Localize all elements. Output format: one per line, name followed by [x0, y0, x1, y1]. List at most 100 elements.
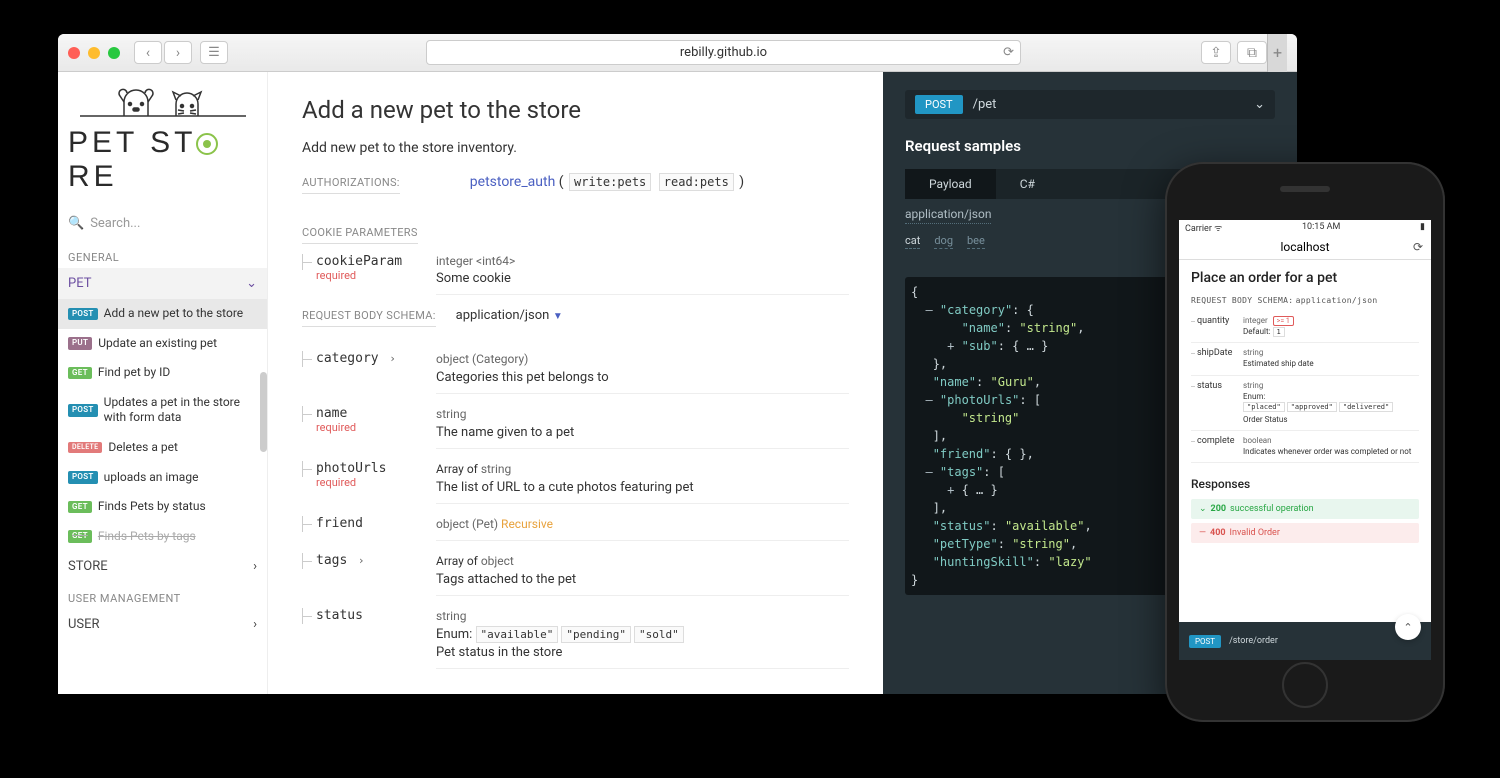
phone-param-row: shipDatestring Estimated ship date [1191, 343, 1419, 375]
scroll-top-button[interactable]: ⌃ [1395, 614, 1421, 640]
sidebar-category-user: USER MANAGEMENT [58, 582, 267, 609]
chevron-right-icon[interactable]: › [383, 352, 396, 365]
close-icon[interactable] [68, 47, 80, 59]
auth-row: AUTHORIZATIONS: petstore_auth ( write:pe… [302, 174, 849, 204]
reload-icon[interactable]: ⟳ [1003, 45, 1014, 60]
phone-endpoint-path: /store/order [1229, 636, 1278, 646]
phone-time: 10:15 AM [1302, 222, 1340, 232]
sidebar-item[interactable]: GET Finds Pets by tags [58, 522, 267, 552]
phone-schema-label: REQUEST BODY SCHEMA: application/json [1191, 296, 1419, 305]
sidebar-section-user[interactable]: USER › [58, 609, 267, 640]
sidebar-item[interactable]: GET Finds Pets by status [58, 492, 267, 522]
sidebar-item[interactable]: POST Add a new pet to the store [58, 299, 267, 329]
chevron-down-icon: ⌄ [1199, 504, 1207, 514]
chevron-down-icon: ⌄ [1254, 97, 1265, 112]
scrollbar-thumb[interactable] [260, 372, 267, 452]
sidebar-item-label: Finds Pets by status [98, 499, 206, 515]
phone-response-row[interactable]: ⌄200 successful operation [1191, 499, 1419, 519]
endpoint-selector[interactable]: POST /pet ⌄ [905, 90, 1275, 119]
url-bar[interactable]: rebilly.github.io ⟳ [426, 40, 1021, 65]
home-button-icon [1294, 679, 1316, 701]
sidebar-section-store[interactable]: STORE › [58, 551, 267, 582]
sidebar-item-label: uploads an image [104, 470, 199, 486]
page-body: PET STRE 🔍 Search... GENERAL PET ⌄ POST A… [58, 72, 1297, 694]
search-icon: 🔍 [68, 216, 84, 231]
param-row: tags › Array of objectTags attached to t… [302, 553, 849, 602]
reload-icon[interactable]: ⟳ [1413, 240, 1423, 254]
logo: PET STRE [58, 72, 267, 206]
sidebar-item[interactable]: DELETEDeletes a pet [58, 433, 267, 463]
window-controls [68, 47, 120, 59]
param-row: photoUrls required Array of stringThe li… [302, 461, 849, 510]
method-badge: POST [68, 471, 98, 483]
sidebar-item[interactable]: POST uploads an image [58, 463, 267, 493]
sidebar-item-label: Update an existing pet [98, 336, 217, 352]
sidebar-category-general: GENERAL [58, 241, 267, 268]
sidebar-item-label: Find pet by ID [98, 365, 170, 381]
sidebar-item-label: Finds Pets by tags [98, 529, 196, 545]
phone-body: Place an order for a pet REQUEST BODY SC… [1179, 260, 1431, 543]
minimize-icon[interactable] [88, 47, 100, 59]
sidebar-toggle-button[interactable]: ☰ [200, 41, 228, 64]
sample-content-type: application/json [905, 207, 991, 224]
sidebar-item-label: Add a new pet to the store [104, 306, 244, 322]
method-badge: DELETE [68, 442, 102, 453]
back-button[interactable]: ‹ [134, 41, 162, 64]
sidebar-item-label: Updates a pet in the store with form dat… [104, 395, 257, 426]
phone-param-row: completebooleanIndicates whenever order … [1191, 431, 1419, 463]
request-body-schema: REQUEST BODY SCHEMA: application/json ▼ [302, 307, 849, 337]
request-samples-title: Request samples [905, 137, 1275, 155]
param-row: status stringEnum: "available""pending""… [302, 608, 849, 675]
phone-responses-title: Responses [1191, 477, 1419, 491]
disc-cat[interactable]: cat [905, 234, 920, 249]
chevron-right-icon: › [253, 617, 257, 632]
phone-nav: localhost ⟳ [1179, 234, 1431, 260]
method-badge: GET [68, 367, 92, 379]
sidebar-item[interactable]: POSTUpdates a pet in the store with form… [58, 388, 267, 433]
search-input[interactable]: 🔍 Search... [68, 212, 257, 235]
operation-title: Add a new pet to the store [302, 96, 849, 124]
chevron-down-icon: ▼ [553, 311, 563, 322]
operation-description: Add new pet to the store inventory. [302, 140, 849, 156]
forward-button[interactable]: › [164, 41, 192, 64]
tabs-button[interactable]: ⧉ [1237, 41, 1267, 64]
safari-toolbar: ‹ › ☰ rebilly.github.io ⟳ ⇪ ⧉ + [58, 34, 1297, 72]
cookie-params-label: COOKIE PARAMETERS [302, 226, 418, 244]
chevron-down-icon: ⌄ [246, 276, 257, 291]
toolbar-right: ⇪ ⧉ [1201, 41, 1267, 64]
phone-screen: Carrier ᯤ 10:15 AM ▮ localhost ⟳ Place a… [1179, 220, 1431, 660]
zoom-icon[interactable] [108, 47, 120, 59]
phone-response-row[interactable]: —400 Invalid Order [1191, 523, 1419, 543]
page-url: rebilly.github.io [680, 45, 767, 60]
param-row: friend object (Pet) Recursive [302, 516, 849, 547]
safari-window: ‹ › ☰ rebilly.github.io ⟳ ⇪ ⧉ + [58, 34, 1297, 694]
battery-icon: ▮ [1420, 222, 1425, 232]
method-badge: POST [68, 308, 98, 320]
phone-param-row: statusstringEnum: "placed""approved""del… [1191, 376, 1419, 431]
auth-value: petstore_auth ( write:pets read:pets ) [470, 174, 744, 190]
param-cookie: cookieParam required integer <int64> Som… [302, 254, 849, 301]
param-row: name required stringThe name given to a … [302, 406, 849, 455]
chevron-right-icon: › [253, 559, 257, 574]
search-placeholder: Search... [90, 216, 140, 231]
disc-dog[interactable]: dog [934, 234, 953, 249]
wifi-icon: ᯤ [1214, 224, 1222, 234]
nav-buttons: ‹ › [134, 41, 192, 64]
disc-bee[interactable]: bee [967, 234, 985, 249]
sidebar-item[interactable]: GET Find pet by ID [58, 358, 267, 388]
dash-icon: — [1199, 528, 1206, 538]
method-badge: GET [68, 501, 92, 513]
content-type-select[interactable]: application/json ▼ [456, 307, 563, 323]
sidebar-section-pet[interactable]: PET ⌄ [58, 268, 267, 299]
tab-csharp[interactable]: C# [996, 169, 1059, 199]
api-sidebar: PET STRE 🔍 Search... GENERAL PET ⌄ POST A… [58, 72, 268, 694]
phone-host: localhost [1280, 240, 1329, 254]
auth-label: AUTHORIZATIONS: [302, 176, 400, 194]
tab-payload[interactable]: Payload [905, 169, 996, 199]
param-row: category › object (Category)Categories t… [302, 351, 849, 400]
sidebar-item[interactable]: PUTUpdate an existing pet [58, 329, 267, 359]
new-tab-button[interactable]: + [1267, 34, 1287, 72]
method-badge: GET [68, 530, 92, 542]
chevron-right-icon[interactable]: › [351, 554, 364, 567]
share-button[interactable]: ⇪ [1201, 41, 1231, 64]
